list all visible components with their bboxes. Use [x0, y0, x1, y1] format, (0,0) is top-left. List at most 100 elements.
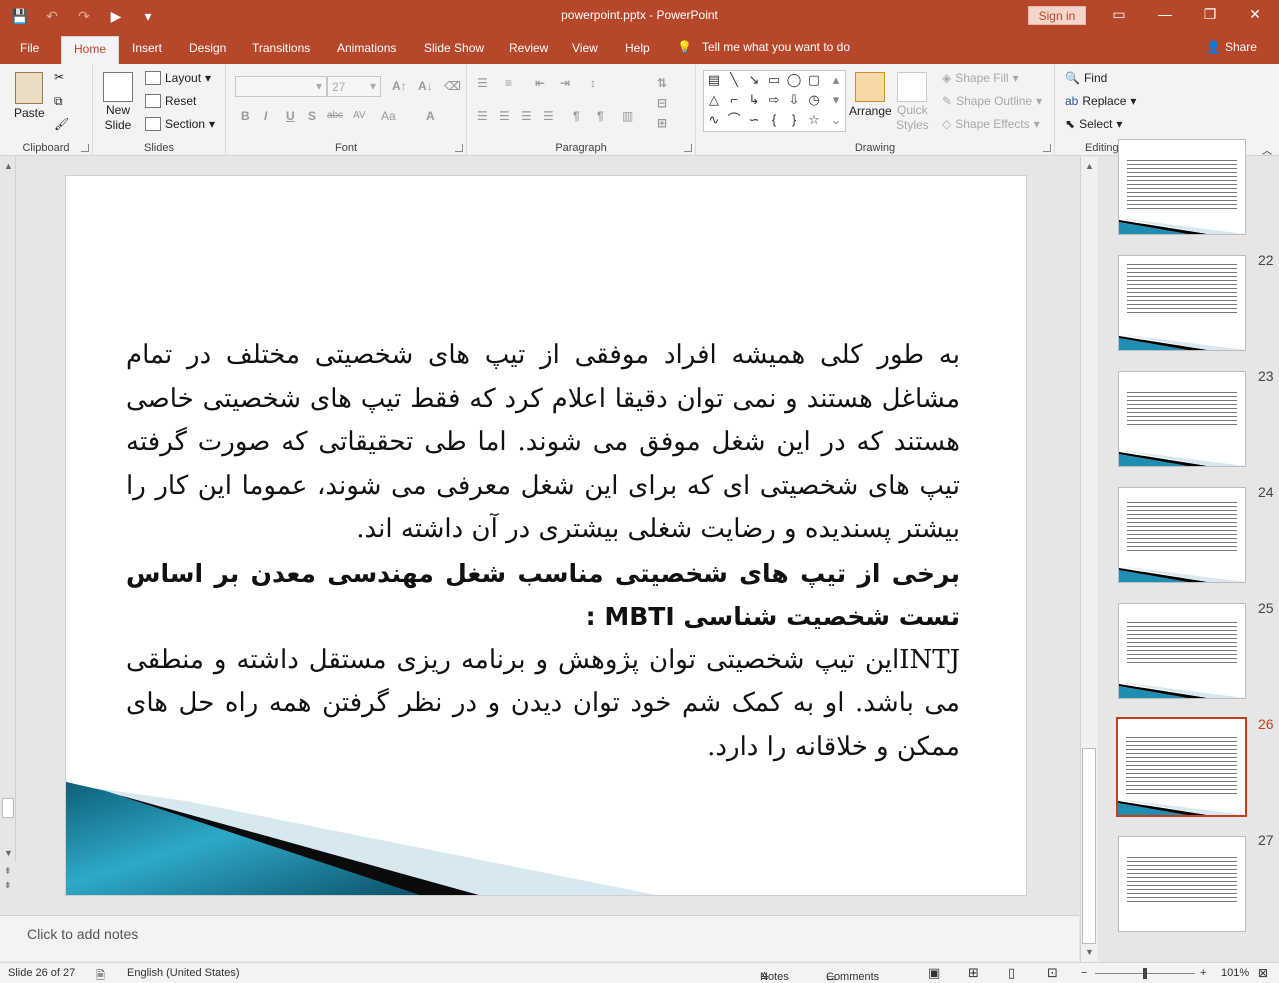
- change-case-button[interactable]: Aa: [381, 109, 396, 123]
- numbering-icon[interactable]: ≡: [505, 76, 512, 90]
- slide-scrollbar[interactable]: [0, 157, 16, 862]
- layout-button[interactable]: Layout ▾: [145, 71, 211, 85]
- align-text-icon[interactable]: ⊟: [657, 96, 667, 110]
- curve-icon[interactable]: ∽: [746, 113, 762, 127]
- shape-fill-button[interactable]: ◈ Shape Fill ▾: [942, 71, 1019, 85]
- zoom-in-button[interactable]: +: [1200, 967, 1206, 979]
- paste-button[interactable]: Paste: [14, 72, 45, 120]
- section-button[interactable]: Section ▾: [145, 117, 215, 131]
- down-arrow-icon[interactable]: ⇩: [786, 93, 802, 107]
- font-size-combo[interactable]: 27: [327, 76, 381, 97]
- slide-sorter-icon[interactable]: ⊞: [968, 965, 979, 981]
- next-slide-icon[interactable]: ⇟: [4, 880, 12, 891]
- share-button[interactable]: 👤 Share: [1206, 40, 1257, 54]
- drawing-launcher-icon[interactable]: [1043, 144, 1051, 152]
- tab-home[interactable]: Home: [61, 36, 120, 64]
- font-launcher-icon[interactable]: [455, 144, 463, 152]
- elbow-arrow-icon[interactable]: ↳: [746, 93, 762, 107]
- collapse-ribbon-icon[interactable]: ︿: [1262, 142, 1272, 157]
- language-indicator[interactable]: English (United States): [127, 967, 240, 979]
- arrange-button[interactable]: Arrange: [849, 72, 892, 118]
- slide-thumbnail[interactable]: [1118, 487, 1246, 583]
- copy-button[interactable]: ⧉: [54, 94, 63, 109]
- smartart-icon[interactable]: ⊞: [657, 116, 667, 130]
- rtl-icon[interactable]: ¶: [597, 109, 604, 123]
- rectangle-icon[interactable]: ▭: [766, 73, 782, 87]
- slide-indicator[interactable]: Slide 26 of 27: [8, 967, 75, 979]
- quick-styles-button[interactable]: Quick Styles: [896, 72, 929, 132]
- find-button[interactable]: 🔍 Find: [1065, 71, 1107, 85]
- font-color-button[interactable]: A: [426, 109, 435, 123]
- maximize-icon[interactable]: ❐: [1200, 6, 1220, 23]
- tab-file[interactable]: File: [20, 41, 39, 55]
- slide-thumbnail-selected[interactable]: [1116, 717, 1247, 817]
- ribbon-display-options-icon[interactable]: ▭: [1109, 6, 1129, 23]
- slide-canvas[interactable]: به طور کلی همیشه افراد موفقی از تیپ های …: [65, 175, 1027, 896]
- thumbnail-scroll-down-icon[interactable]: ▼: [1085, 947, 1094, 957]
- ltr-icon[interactable]: ¶: [573, 109, 580, 123]
- tab-slide-show[interactable]: Slide Show: [424, 41, 484, 55]
- notes-pane[interactable]: Click to add notes: [0, 915, 1079, 961]
- star-icon[interactable]: ☆: [806, 113, 822, 127]
- textbox-icon[interactable]: ▤: [706, 73, 722, 87]
- slide-thumbnail[interactable]: [1118, 371, 1246, 467]
- slide-thumbnail[interactable]: [1118, 139, 1246, 235]
- increase-indent-icon[interactable]: ⇥: [560, 76, 570, 90]
- slide-scroll-thumb[interactable]: [2, 798, 14, 818]
- rounded-rect-icon[interactable]: ▢: [806, 73, 822, 87]
- thumbnail-scroll-thumb[interactable]: [1082, 748, 1096, 944]
- slide-thumbnail[interactable]: [1118, 603, 1246, 699]
- tell-me-box[interactable]: 💡 Tell me what you want to do: [677, 40, 850, 54]
- left-brace-icon[interactable]: {: [766, 113, 782, 127]
- font-name-combo[interactable]: [235, 76, 327, 97]
- normal-view-icon[interactable]: ▣: [928, 965, 940, 981]
- scroll-down-icon[interactable]: ▼: [4, 848, 13, 858]
- slide-thumbnail[interactable]: [1118, 255, 1246, 351]
- tab-design[interactable]: Design: [189, 41, 226, 55]
- fit-to-window-icon[interactable]: ⊠: [1258, 966, 1268, 980]
- underline-button[interactable]: U: [286, 109, 295, 123]
- zoom-slider-handle[interactable]: [1143, 968, 1147, 979]
- clipboard-launcher-icon[interactable]: [81, 144, 89, 152]
- align-center-icon[interactable]: ☰: [499, 109, 510, 123]
- decrease-indent-icon[interactable]: ⇤: [535, 76, 545, 90]
- shrink-font-icon[interactable]: A↓: [418, 79, 433, 93]
- text-direction-icon[interactable]: ⇅: [657, 76, 667, 90]
- grow-font-icon[interactable]: A↑: [392, 79, 407, 93]
- callout-icon[interactable]: ◷: [806, 93, 822, 107]
- line-spacing-icon[interactable]: ↕: [590, 76, 596, 90]
- minimize-icon[interactable]: —: [1155, 6, 1175, 22]
- gallery-more-icon[interactable]: ⌄: [828, 113, 844, 127]
- right-arrow-icon[interactable]: ⇨: [766, 93, 782, 107]
- columns-icon[interactable]: ▥: [622, 109, 633, 123]
- cut-button[interactable]: ✂: [54, 70, 64, 84]
- reset-button[interactable]: Reset: [145, 94, 196, 108]
- reading-view-icon[interactable]: ▯: [1008, 965, 1015, 981]
- paragraph-launcher-icon[interactable]: [684, 144, 692, 152]
- tab-insert[interactable]: Insert: [132, 41, 162, 55]
- scroll-up-icon[interactable]: ▲: [4, 161, 13, 171]
- slide-thumbnail[interactable]: [1118, 836, 1246, 932]
- shadow-button[interactable]: S: [308, 109, 316, 123]
- italic-button[interactable]: I: [264, 109, 267, 123]
- justify-icon[interactable]: ☰: [543, 109, 554, 123]
- select-button[interactable]: ⬉ Select ▾: [1065, 117, 1122, 131]
- tab-help[interactable]: Help: [625, 41, 650, 55]
- close-icon[interactable]: ✕: [1245, 6, 1265, 23]
- tab-view[interactable]: View: [572, 41, 598, 55]
- format-painter-button[interactable]: 🖌: [54, 117, 69, 131]
- zoom-out-button[interactable]: −: [1081, 967, 1087, 979]
- slide-show-icon[interactable]: ⊡: [1047, 965, 1058, 981]
- elbow-connector-icon[interactable]: ⌐: [726, 93, 742, 107]
- clear-format-icon[interactable]: ⌫: [444, 79, 461, 93]
- shape-outline-button[interactable]: ✎ Shape Outline ▾: [942, 94, 1042, 108]
- oval-icon[interactable]: ◯: [786, 73, 802, 87]
- spellcheck-icon[interactable]: 🗎: [96, 967, 105, 983]
- gallery-up-icon[interactable]: ▴: [828, 73, 844, 87]
- slide-text-box[interactable]: به طور کلی همیشه افراد موفقی از تیپ های …: [126, 334, 960, 769]
- shape-effects-button[interactable]: ◇ Shape Effects ▾: [942, 117, 1040, 131]
- bold-button[interactable]: B: [241, 109, 250, 123]
- thumbnail-scroll-up-icon[interactable]: ▲: [1085, 161, 1094, 171]
- zoom-level[interactable]: 101%: [1221, 967, 1249, 979]
- freeform-icon[interactable]: ∿: [706, 113, 722, 127]
